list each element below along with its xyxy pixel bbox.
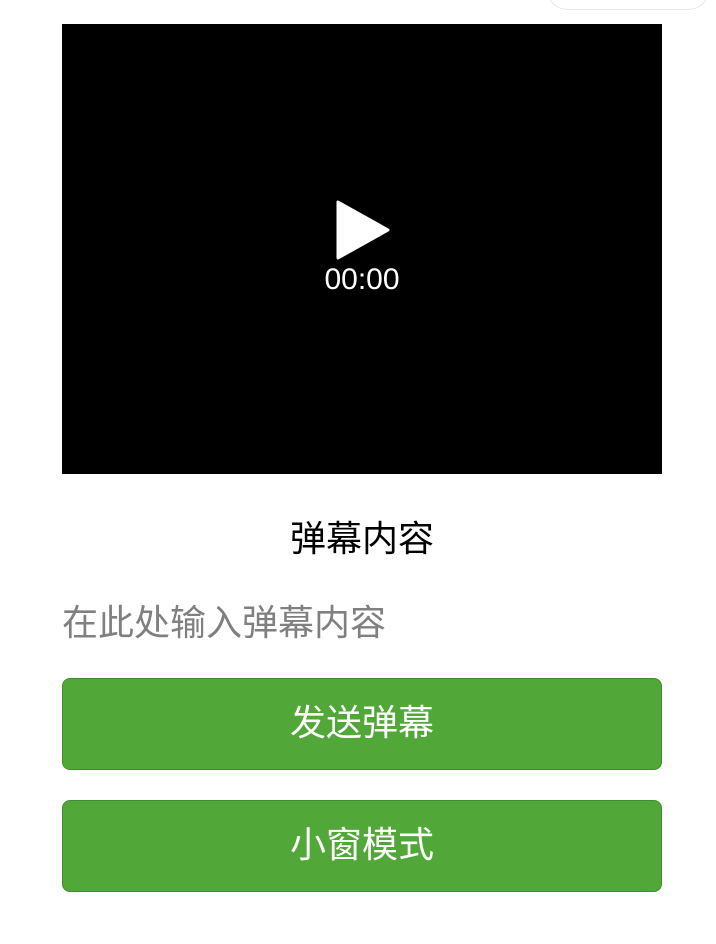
- mini-program-capsule[interactable]: [546, 0, 710, 10]
- danmu-section-title: 弹幕内容: [289, 519, 434, 560]
- danmu-input[interactable]: [62, 598, 662, 650]
- play-icon: [336, 200, 390, 260]
- send-danmu-button[interactable]: 发送弹幕: [62, 678, 662, 770]
- picture-in-picture-button[interactable]: 小窗模式: [62, 800, 662, 892]
- play-button[interactable]: [336, 200, 390, 260]
- video-time: 00:00: [324, 263, 400, 296]
- page: 00:00 弹幕内容 发送弹幕 小窗模式: [0, 0, 716, 944]
